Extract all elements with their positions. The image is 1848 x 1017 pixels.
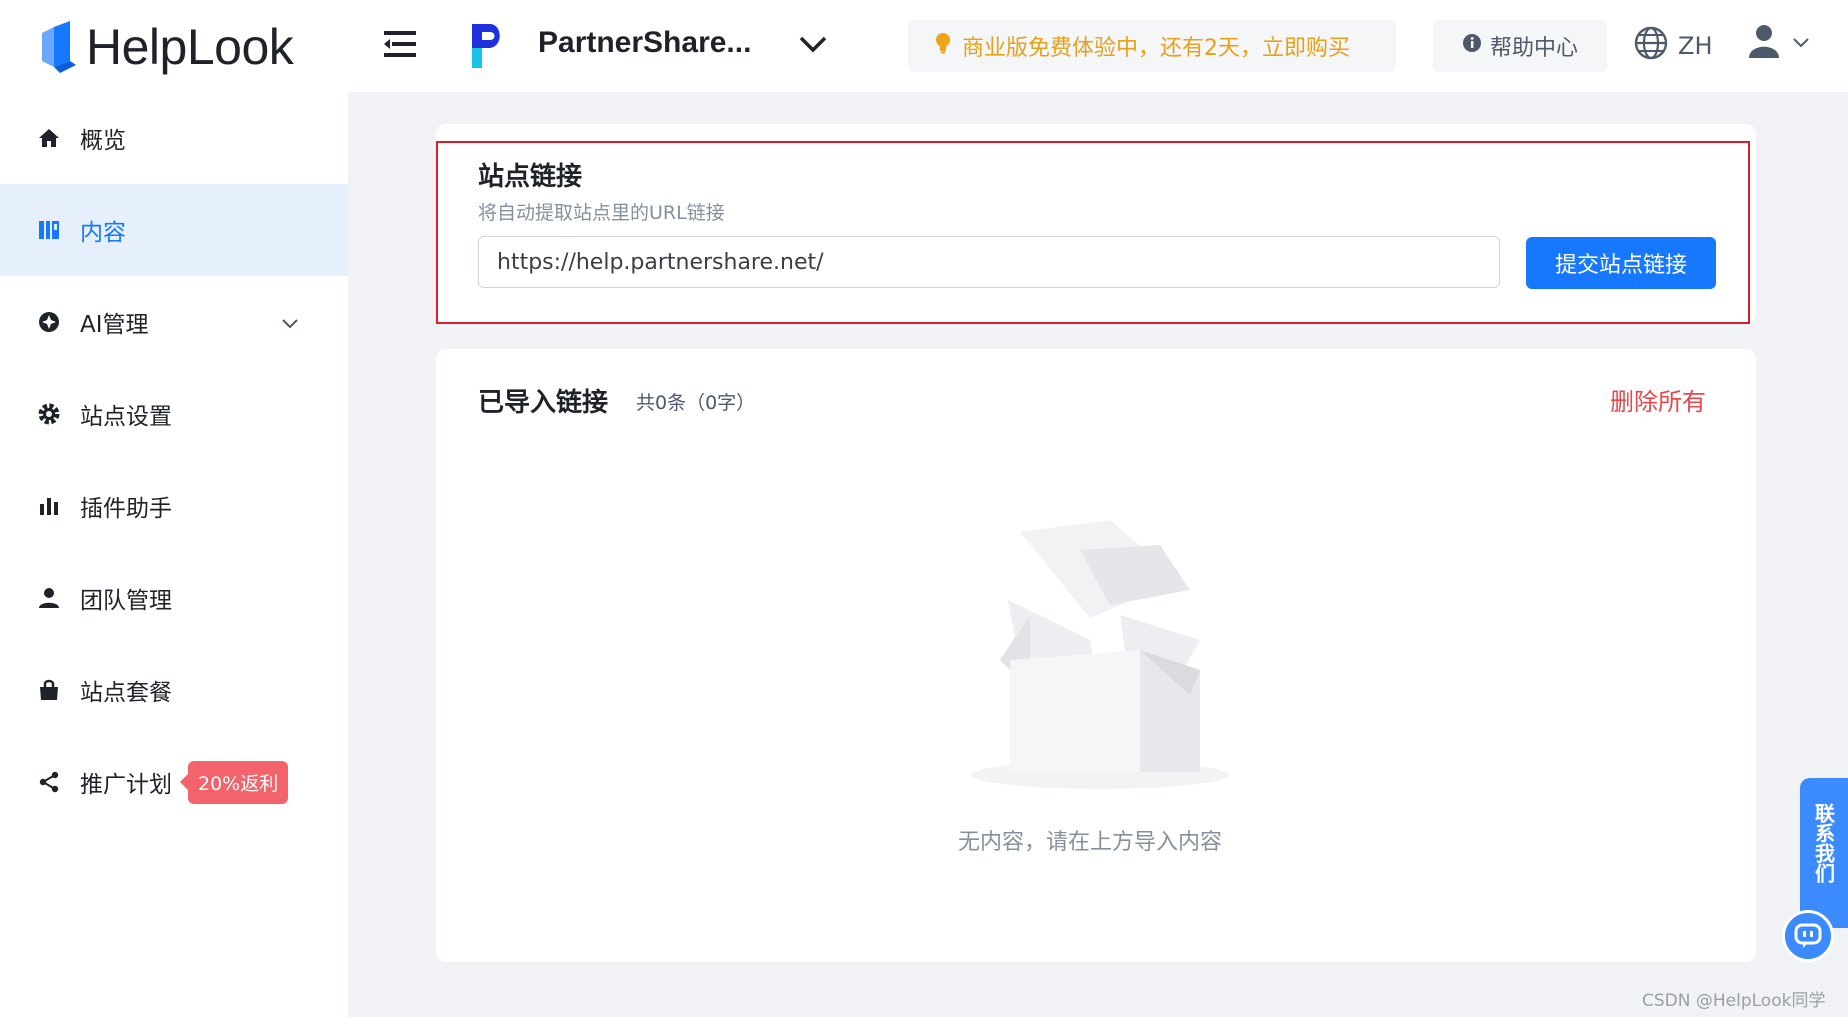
sidebar-item-ai[interactable]: AI管理 [0,276,348,368]
sidebar-item-label: 站点设置 [80,404,172,430]
help-center-label: 帮助中心 [1489,36,1578,61]
gear-icon [36,401,62,427]
chat-bubble-icon[interactable] [1782,910,1834,962]
submit-site-link-button[interactable]: 提交站点链接 [1526,237,1716,289]
empty-box-illustration [960,520,1240,799]
menu-toggle-icon[interactable] [384,30,416,62]
sidebar: HelpLook 概览 内容 AI管理 站点设置 插件助手 团队管理 站点套餐 … [0,0,348,1017]
sidebar-item-label: 概览 [80,128,126,154]
user-icon [36,585,62,611]
lightbulb-icon [934,32,952,60]
site-url-input[interactable] [478,236,1500,288]
trial-banner[interactable]: 商业版免费体验中，还有2天，立即购买 [908,20,1396,72]
trial-text: 商业版免费体验中，还有2天，立即购买 [962,36,1350,61]
brand-name: HelpLook [86,19,294,75]
language-switcher[interactable]: ZH [1634,26,1713,66]
book-icon [36,217,62,243]
sidebar-item-label: 内容 [80,220,126,246]
imported-links-title: 已导入链接 [478,388,609,418]
sidebar-item-site-settings[interactable]: 站点设置 [0,368,348,460]
sidebar-nav: 概览 内容 AI管理 站点设置 插件助手 团队管理 站点套餐 推广计划 20%返… [0,92,348,828]
language-label: ZH [1678,32,1713,60]
site-switch-chevron-icon[interactable] [798,34,828,58]
site-logo-icon [466,22,506,74]
sidebar-item-label: 插件助手 [80,496,172,522]
helplook-logo-icon [42,21,76,73]
sidebar-item-label: 站点套餐 [80,680,172,706]
helplook-logo[interactable]: HelpLook [40,12,294,82]
sidebar-item-label: AI管理 [80,312,149,338]
top-header: PartnerShare... 商业版免费体验中，还有2天，立即购买 帮助中心 … [348,0,1848,92]
site-link-title: 站点链接 [478,162,583,192]
info-icon [1462,33,1482,59]
watermark-text: CSDN @HelpLook同学 [1642,991,1826,1011]
site-name[interactable]: PartnerShare... [538,26,751,60]
sidebar-item-label: 团队管理 [80,588,172,614]
empty-state-text: 无内容，请在上方导入内容 [958,830,1223,855]
ai-icon [36,309,62,335]
bag-icon [36,677,62,703]
sidebar-item-team[interactable]: 团队管理 [0,552,348,644]
site-link-description: 将自动提取站点里的URL链接 [478,202,725,224]
sidebar-item-overview[interactable]: 概览 [0,92,348,184]
home-icon [36,125,62,151]
user-menu[interactable] [1748,24,1810,62]
sidebar-item-plugins[interactable]: 插件助手 [0,460,348,552]
contact-us-tab[interactable]: 联系我们 [1800,778,1848,928]
sidebar-item-promotion[interactable]: 推广计划 20%返利 [0,736,348,828]
globe-icon [1634,26,1668,66]
chevron-down-icon[interactable] [282,309,298,335]
help-center-button[interactable]: 帮助中心 [1433,20,1607,72]
imported-count: 共0条（0字） [636,392,756,414]
sidebar-item-plan[interactable]: 站点套餐 [0,644,348,736]
sidebar-item-content[interactable]: 内容 [0,184,348,276]
share-icon [36,769,62,795]
chevron-down-icon [1792,34,1810,53]
avatar-icon [1748,24,1780,62]
sidebar-item-label: 推广计划 [80,772,172,798]
promo-badge: 20%返利 [188,760,289,804]
bar-chart-icon [36,493,62,519]
delete-all-button[interactable]: 删除所有 [1610,382,1706,417]
